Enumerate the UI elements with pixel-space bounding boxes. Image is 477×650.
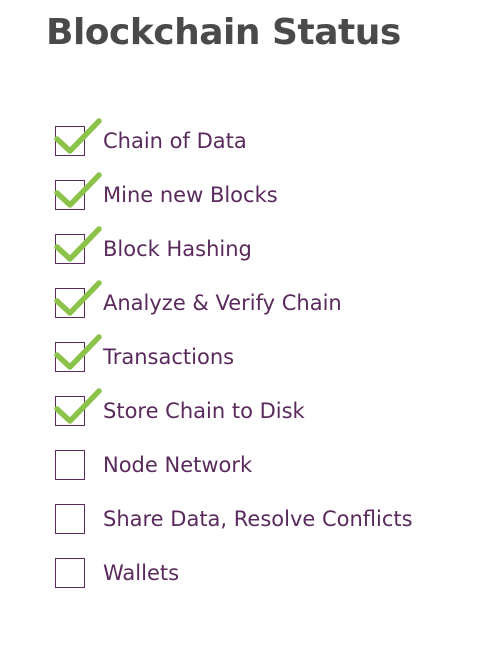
checklist-item[interactable]: Store Chain to Disk — [54, 388, 413, 447]
checklist-item-label: Wallets — [103, 561, 180, 585]
checkmark-icon — [54, 388, 102, 424]
blockchain-status-page: Blockchain Status Chain of Data Mine new… — [0, 0, 477, 650]
checkbox[interactable] — [54, 172, 102, 210]
status-checklist: Chain of Data Mine new Blocks Block Hash… — [54, 118, 413, 609]
checkbox[interactable] — [54, 388, 102, 426]
checkmark-icon — [54, 118, 102, 154]
checkmark-icon — [54, 280, 102, 316]
checkmark-icon — [54, 172, 102, 208]
checkbox[interactable] — [54, 118, 102, 156]
checklist-item-label: Store Chain to Disk — [103, 399, 305, 423]
checklist-item[interactable]: Node Network — [55, 447, 413, 501]
checklist-item-label: Chain of Data — [103, 129, 247, 153]
checklist-item-label: Mine new Blocks — [103, 183, 278, 207]
checkmark-icon — [54, 334, 102, 370]
page-title: Blockchain Status — [46, 12, 401, 53]
checklist-item[interactable]: Transactions — [54, 334, 413, 393]
checklist-item[interactable]: Block Hashing — [54, 226, 413, 285]
checklist-item-label: Node Network — [103, 453, 253, 477]
checkbox[interactable] — [55, 450, 85, 480]
checklist-item[interactable]: Chain of Data — [54, 118, 413, 177]
checklist-item[interactable]: Wallets — [55, 555, 413, 609]
checkbox[interactable] — [54, 280, 102, 318]
checklist-item[interactable]: Mine new Blocks — [54, 172, 413, 231]
checklist-item-label: Transactions — [103, 345, 235, 369]
checkbox[interactable] — [55, 504, 85, 534]
checkbox[interactable] — [55, 558, 85, 588]
checklist-item[interactable]: Analyze & Verify Chain — [54, 280, 413, 339]
checkbox[interactable] — [54, 226, 102, 264]
checkbox[interactable] — [54, 334, 102, 372]
checklist-item-label: Share Data, Resolve Conflicts — [103, 507, 413, 531]
checklist-item-label: Block Hashing — [103, 237, 252, 261]
checkmark-icon — [54, 226, 102, 262]
checklist-item-label: Analyze & Verify Chain — [103, 291, 342, 315]
checklist-item[interactable]: Share Data, Resolve Conflicts — [55, 501, 413, 555]
